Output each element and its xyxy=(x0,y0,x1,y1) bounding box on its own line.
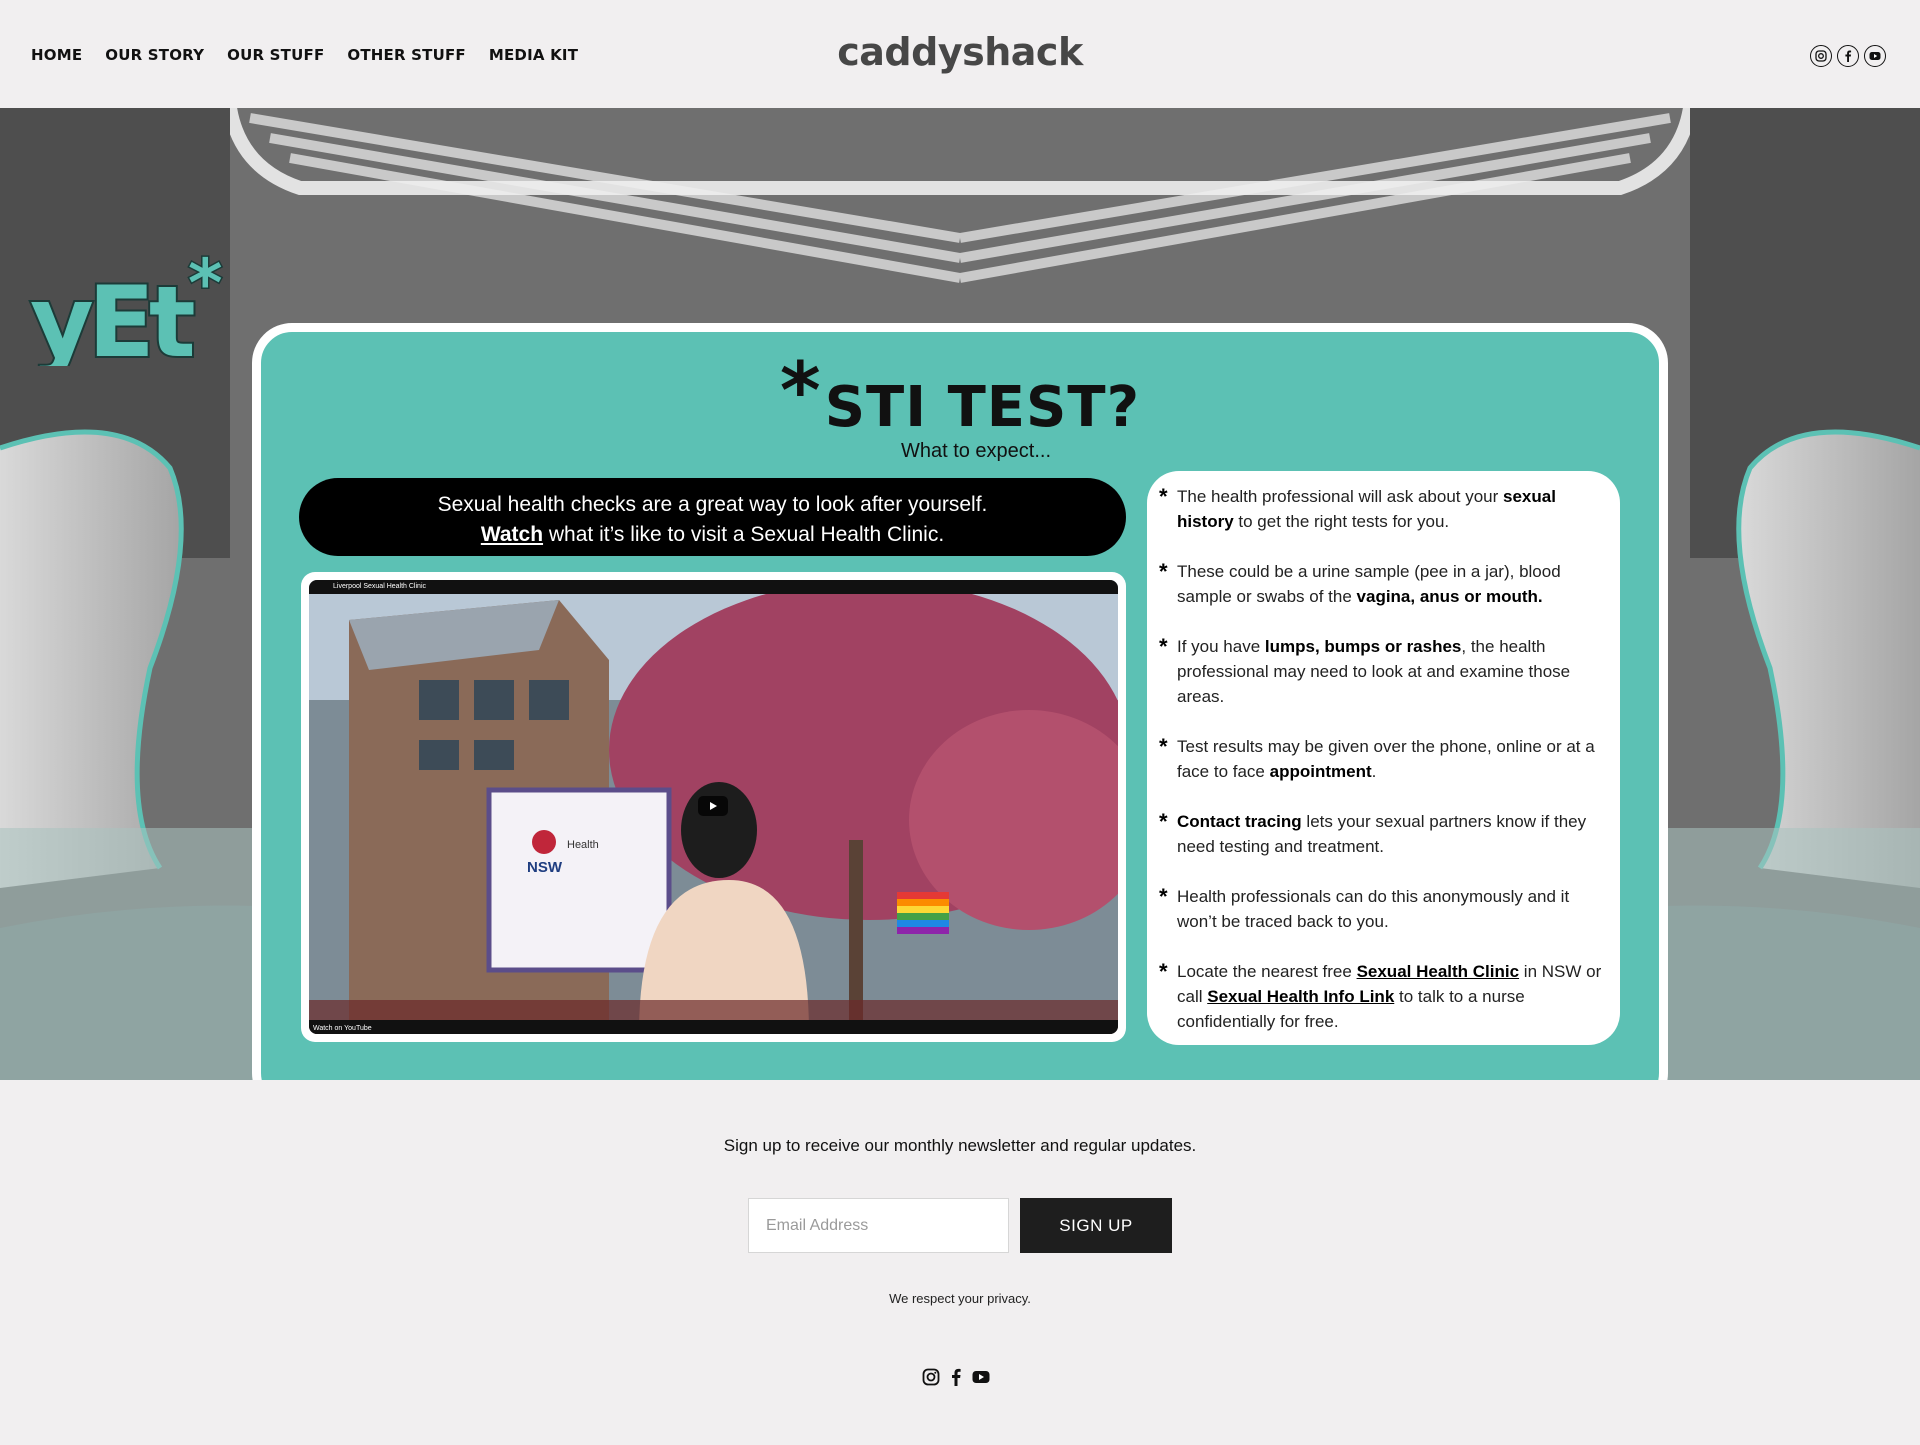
info-list-card: * The health professional will ask about … xyxy=(1147,471,1620,1045)
asterisk-bullet-icon: * xyxy=(1159,734,1168,759)
asterisk-bullet-icon: * xyxy=(1159,484,1168,509)
sti-test-panel: * STI TEST? What to expect... Sexual hea… xyxy=(252,323,1668,1080)
asterisk-bullet-icon: * xyxy=(1159,884,1168,909)
info-text: to get the right tests for you. xyxy=(1233,512,1450,531)
asterisk-bullet-icon: * xyxy=(1159,959,1168,984)
privacy-note: We respect your privacy. xyxy=(889,1291,1031,1306)
instagram-icon[interactable] xyxy=(922,1368,940,1391)
youtube-icon[interactable] xyxy=(972,1370,990,1389)
info-list-item: * Health professionals can do this anonym… xyxy=(1159,884,1606,934)
watch-on-youtube[interactable]: Watch on YouTube xyxy=(313,1025,372,1032)
info-list-item: * Test results may be given over the phon… xyxy=(1159,734,1606,784)
play-button[interactable] xyxy=(698,796,728,816)
video-top-bar: Liverpool Sexual Health Clinic xyxy=(309,580,1118,594)
asterisk-bullet-icon: * xyxy=(1159,809,1168,834)
info-emphasis: appointment xyxy=(1269,762,1372,781)
svg-text:*: * xyxy=(188,248,223,322)
info-list-item: * If you have lumps, bumps or rashes, the… xyxy=(1159,634,1606,709)
page-title: STI TEST? xyxy=(824,375,1141,440)
info-list-item: * Contact tracing lets your sexual partne… xyxy=(1159,809,1606,859)
info-text: Locate the nearest free xyxy=(1177,962,1357,981)
play-icon xyxy=(710,802,717,810)
info-text: . xyxy=(1371,762,1377,781)
video-player[interactable]: NSW Health Liverpool Sexual Health Clini… xyxy=(309,580,1118,1034)
hero-section: yEt * * STI TEST? What to expect... Sexu… xyxy=(0,108,1920,1080)
info-list: * The health professional will ask about … xyxy=(1159,484,1606,1034)
asterisk-bullet-icon: * xyxy=(1159,634,1168,659)
asterisk-bullet-icon: * xyxy=(1159,559,1168,584)
svg-text:yEt: yEt xyxy=(30,266,194,366)
svg-text:Health: Health xyxy=(567,839,599,851)
site-logo[interactable]: caddyshack xyxy=(0,30,1920,74)
title-block: * STI TEST? xyxy=(261,347,1659,440)
youtube-icon[interactable] xyxy=(1864,45,1886,67)
facebook-icon[interactable] xyxy=(950,1368,962,1391)
intro-banner: Sexual health checks are a great way to … xyxy=(299,478,1126,556)
info-list-item: * The health professional will ask about … xyxy=(1159,484,1606,534)
intro-line-1: Sexual health checks are a great way to … xyxy=(437,493,988,516)
info-list-item: * These could be a urine sample (pee in a… xyxy=(1159,559,1606,609)
intro-line-2-text: what it’s like to visit a Sexual Health … xyxy=(543,523,945,546)
watch-link[interactable]: Watch xyxy=(481,523,543,546)
info-text: If you have xyxy=(1177,637,1265,656)
svg-text:NSW: NSW xyxy=(527,859,563,876)
video-embed: NSW Health Liverpool Sexual Health Clini… xyxy=(301,572,1126,1042)
info-text: Test results may be given over the phone… xyxy=(1177,737,1595,781)
info-link[interactable]: Sexual Health Clinic xyxy=(1357,962,1520,981)
instagram-icon[interactable] xyxy=(1810,45,1832,67)
info-link[interactable]: Sexual Health Info Link xyxy=(1207,987,1394,1006)
intro-line-2: Watch what it’s like to visit a Sexual H… xyxy=(299,520,1126,550)
yet-brand-logo: yEt * xyxy=(28,248,224,366)
footer-social-links xyxy=(922,1368,990,1391)
info-text: Health professionals can do this anonymo… xyxy=(1177,887,1570,931)
facebook-icon[interactable] xyxy=(1837,45,1859,67)
video-bottom-bar: Watch on YouTube xyxy=(309,1020,1118,1034)
newsletter-text: Sign up to receive our monthly newslette… xyxy=(723,1136,1197,1155)
info-emphasis: Contact tracing xyxy=(1177,812,1302,831)
header-social-links xyxy=(1810,45,1886,67)
info-emphasis: vagina, anus or mouth. xyxy=(1356,587,1543,606)
page-subtitle: What to expect... xyxy=(900,440,1052,462)
video-title[interactable]: Liverpool Sexual Health Clinic xyxy=(333,583,426,590)
info-text: The health professional will ask about y… xyxy=(1177,487,1504,506)
email-field[interactable] xyxy=(748,1198,1009,1253)
info-emphasis: lumps, bumps or rashes xyxy=(1264,637,1462,656)
sign-up-button[interactable]: SIGN UP xyxy=(1020,1198,1172,1253)
info-list-item: * Locate the nearest free Sexual Health C… xyxy=(1159,959,1606,1034)
site-header: HOME OUR STORY OUR STUFF OTHER STUFF MED… xyxy=(0,0,1920,108)
title-asterisk: * xyxy=(779,347,821,437)
